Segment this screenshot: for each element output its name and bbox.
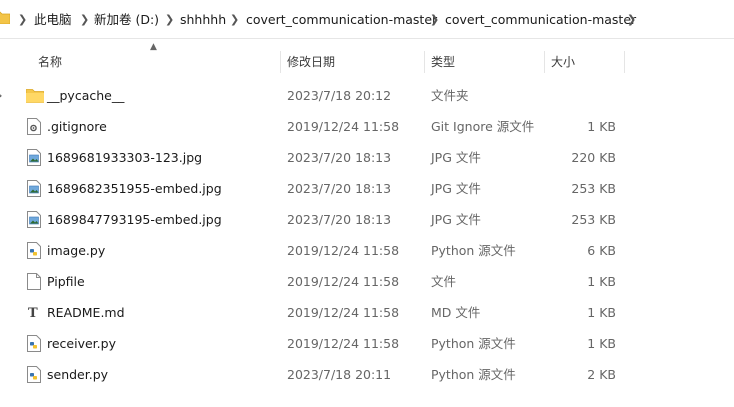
list-item[interactable]: .gitignore 2019/12/24 11:58 Git Ignore 源…: [0, 111, 734, 142]
column-header-row: ▲ 名称 修改日期 类型 大小: [0, 42, 734, 76]
list-item[interactable]: sender.py 2023/7/18 20:11 Python 源文件 2 K…: [0, 359, 734, 390]
file-size: 1 KB: [587, 119, 616, 134]
column-divider[interactable]: [544, 51, 545, 73]
file-name[interactable]: 1689682351955-embed.jpg: [47, 173, 222, 204]
list-item[interactable]: 1689681933303-123.jpg 2023/7/20 18:13 JP…: [0, 142, 734, 173]
list-item[interactable]: Pipfile 2019/12/24 11:58 文件 1 KB: [0, 266, 734, 297]
chevron-right-icon[interactable]: ❯: [430, 11, 439, 29]
file-size: 1 KB: [587, 274, 616, 289]
file-size: 6 KB: [587, 243, 616, 258]
file-name[interactable]: __pycache__: [47, 80, 124, 111]
image-file-icon: [27, 211, 41, 228]
file-name[interactable]: .gitignore: [47, 111, 107, 142]
file-size: 1 KB: [587, 336, 616, 351]
blank-file-icon: [27, 273, 41, 290]
file-date: 2023/7/20 18:13: [287, 212, 392, 227]
file-name[interactable]: 1689847793195-embed.jpg: [47, 204, 222, 235]
file-name[interactable]: receiver.py: [47, 328, 116, 359]
python-file-icon: [27, 366, 41, 383]
file-name[interactable]: 1689681933303-123.jpg: [47, 142, 202, 173]
file-date: 2019/12/24 11:58: [287, 243, 400, 258]
column-header-name[interactable]: 名称: [38, 48, 62, 76]
file-date: 2019/12/24 11:58: [287, 336, 400, 351]
svg-text:T: T: [28, 306, 38, 321]
file-type: Python 源文件: [431, 367, 516, 382]
file-type: Python 源文件: [431, 243, 516, 258]
column-header-date[interactable]: 修改日期: [287, 48, 335, 76]
breadcrumb-this-pc[interactable]: 此电脑: [34, 11, 72, 29]
column-divider[interactable]: [424, 51, 425, 73]
gear-file-icon: [27, 118, 41, 135]
breadcrumb-shhhhh[interactable]: shhhhh: [180, 11, 226, 29]
file-type: 文件: [431, 274, 457, 289]
file-size: 1 KB: [587, 305, 616, 320]
python-file-icon: [27, 242, 41, 259]
list-item[interactable]: T README.md 2019/12/24 11:58 MD 文件 1 KB: [0, 297, 734, 328]
list-item[interactable]: image.py 2019/12/24 11:58 Python 源文件 6 K…: [0, 235, 734, 266]
chevron-right-icon[interactable]: ❯: [165, 11, 174, 29]
image-file-icon: [27, 149, 41, 166]
address-bar[interactable]: ❯ 此电脑 ❯ 新加卷 (D:) ❯ shhhhh ❯ covert_commu…: [0, 0, 734, 39]
file-type: JPG 文件: [431, 181, 481, 196]
chevron-right-icon[interactable]: ❯: [627, 11, 636, 29]
file-type: Git Ignore 源文件: [431, 119, 535, 134]
chevron-right-icon[interactable]: ❯: [18, 11, 27, 29]
file-date: 2023/7/18 20:12: [287, 88, 392, 103]
file-date: 2023/7/20 18:13: [287, 181, 392, 196]
file-date: 2019/12/24 11:58: [287, 274, 400, 289]
file-date: 2023/7/18 20:11: [287, 367, 392, 382]
file-date: 2023/7/20 18:13: [287, 150, 392, 165]
file-type: JPG 文件: [431, 212, 481, 227]
sort-ascending-icon: ▲: [150, 42, 157, 52]
file-name[interactable]: image.py: [47, 235, 105, 266]
chevron-right-icon[interactable]: ❯: [230, 11, 239, 29]
list-item[interactable]: › __pycache__ 2023/7/18 20:12 文件夹: [0, 80, 734, 111]
file-size: 253 KB: [571, 181, 616, 196]
file-size: 2 KB: [587, 367, 616, 382]
column-header-type[interactable]: 类型: [431, 48, 455, 76]
breadcrumb-covert-2[interactable]: covert_communication-master: [445, 11, 636, 29]
list-item[interactable]: receiver.py 2019/12/24 11:58 Python 源文件 …: [0, 328, 734, 359]
image-file-icon: [27, 180, 41, 197]
chevron-right-icon[interactable]: ❯: [80, 11, 89, 29]
file-type: 文件夹: [431, 88, 469, 103]
file-name[interactable]: README.md: [47, 297, 125, 328]
list-item[interactable]: 1689682351955-embed.jpg 2023/7/20 18:13 …: [0, 173, 734, 204]
breadcrumb-covert-1[interactable]: covert_communication-master: [246, 11, 437, 29]
folder-icon: [26, 89, 44, 103]
file-size: 253 KB: [571, 212, 616, 227]
file-type: MD 文件: [431, 305, 481, 320]
expand-icon[interactable]: ›: [0, 80, 2, 111]
list-item[interactable]: 1689847793195-embed.jpg 2023/7/20 18:13 …: [0, 204, 734, 235]
file-type: JPG 文件: [431, 150, 481, 165]
file-date: 2019/12/24 11:58: [287, 119, 400, 134]
text-file-icon: T: [28, 306, 38, 321]
column-divider[interactable]: [280, 51, 281, 73]
file-type: Python 源文件: [431, 336, 516, 351]
column-header-size[interactable]: 大小: [551, 48, 575, 76]
file-size: 220 KB: [571, 150, 616, 165]
file-date: 2019/12/24 11:58: [287, 305, 400, 320]
python-file-icon: [27, 335, 41, 352]
file-name[interactable]: Pipfile: [47, 266, 85, 297]
file-name[interactable]: sender.py: [47, 359, 108, 390]
column-divider[interactable]: [624, 51, 625, 73]
breadcrumb-drive-d[interactable]: 新加卷 (D:): [94, 11, 159, 29]
folder-icon: [0, 11, 10, 24]
